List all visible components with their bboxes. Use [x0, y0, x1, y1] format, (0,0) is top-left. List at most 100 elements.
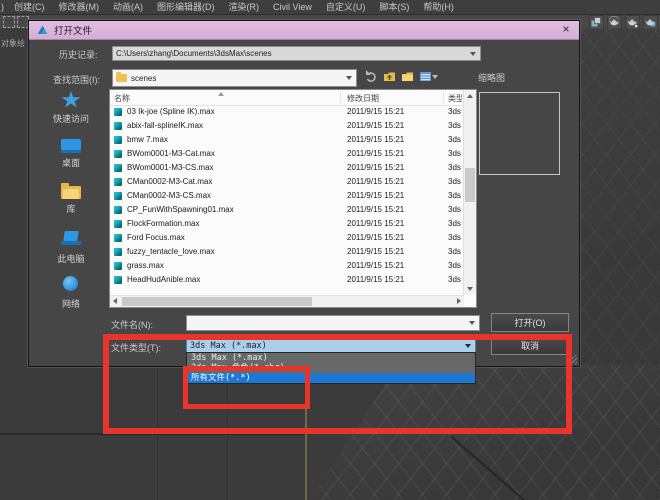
- file-row[interactable]: BWom0001-M3-CS.max 2011/9/15 15:21 3ds: [110, 161, 464, 175]
- file-name-label: 文件名(N):: [111, 320, 153, 330]
- file-date: 2011/9/15 15:21: [347, 121, 405, 130]
- menu-item[interactable]: ): [0, 1, 7, 14]
- max-file-icon: [114, 164, 122, 172]
- file-name: Ford Focus.max: [127, 233, 185, 242]
- max-file-icon: [114, 262, 122, 270]
- file-date: 2011/9/15 15:21: [347, 149, 405, 158]
- scroll-left-icon[interactable]: [113, 298, 117, 304]
- menu-item[interactable]: 修改器(M): [52, 1, 107, 14]
- menu-item[interactable]: Civil View: [266, 1, 319, 14]
- max-file-icon: [114, 108, 122, 116]
- file-type: 3ds: [448, 177, 461, 186]
- open-button[interactable]: 打开(O): [491, 313, 569, 332]
- file-name: CP_FunWithSpawning01.max: [127, 205, 234, 214]
- vertical-scrollbar[interactable]: [463, 90, 476, 295]
- menu-item[interactable]: 自定义(U): [319, 1, 373, 14]
- rectangular-selection-icon[interactable]: [3, 16, 15, 28]
- look-in-value: scenes: [131, 73, 157, 83]
- menu-item[interactable]: 动画(A): [106, 1, 150, 14]
- network-icon: [61, 276, 81, 294]
- file-row[interactable]: Ford Focus.max 2011/9/15 15:21 3ds: [110, 231, 464, 245]
- sidebar-item[interactable]: 快速访问: [35, 91, 107, 137]
- max-file-icon: [114, 248, 122, 256]
- back-icon[interactable]: [365, 70, 378, 83]
- column-header-type[interactable]: 类型: [448, 93, 462, 104]
- horizontal-scroll-thumb[interactable]: [122, 297, 312, 306]
- close-icon[interactable]: ×: [559, 22, 573, 36]
- quick-access-star-icon: [61, 91, 81, 108]
- file-row[interactable]: HeadHudAnible.max 2011/9/15 15:21 3ds: [110, 273, 464, 287]
- file-row[interactable]: CP_FunWithSpawning01.max 2011/9/15 15:21 3…: [110, 203, 464, 217]
- perspective-viewport-right[interactable]: [578, 28, 660, 365]
- file-row[interactable]: CMan0002-M3-Cat.max 2011/9/15 15:21 3ds: [110, 175, 464, 189]
- thumbnail-label: 缩略图: [478, 73, 506, 83]
- max-file-icon: [114, 178, 122, 186]
- sidebar-item-label: 网络: [61, 299, 80, 309]
- menu-item[interactable]: 脚本(S): [372, 1, 416, 14]
- file-date: 2011/9/15 15:21: [347, 219, 405, 228]
- file-row[interactable]: FlockFormation.max 2011/9/15 15:21 3ds: [110, 217, 464, 231]
- file-name: abix-fall-splineIK.max: [127, 121, 204, 130]
- file-row[interactable]: CMan0002-M3-CS.max 2011/9/15 15:21 3ds: [110, 189, 464, 203]
- create-new-folder-icon[interactable]: [401, 70, 414, 83]
- sidebar-item[interactable]: 此电脑: [35, 229, 107, 275]
- max-file-icon: [114, 276, 122, 284]
- history-dropdown[interactable]: C:\Users\zhang\Documents\3dsMax\scenes: [112, 46, 481, 61]
- scroll-down-icon[interactable]: [467, 287, 473, 291]
- file-date: 2011/9/15 15:21: [347, 135, 405, 144]
- sidebar-item-label: 桌面: [61, 158, 80, 168]
- file-list: 名称 修改日期 类型 03 Ik-joe (Spline IK).max 2011…: [109, 89, 477, 308]
- annotation-rect-small: [183, 366, 310, 409]
- look-in-label: 查找范围(I):: [53, 75, 100, 85]
- menu-item[interactable]: 创建(C): [7, 1, 52, 14]
- dialog-title-bar[interactable]: 打开文件 ×: [29, 21, 579, 40]
- column-header-date[interactable]: 修改日期: [347, 93, 379, 104]
- file-row[interactable]: fuzzy_tentacle_love.max 2011/9/15 15:21 3d…: [110, 245, 464, 259]
- chevron-down-icon: [432, 74, 438, 79]
- sidebar-item[interactable]: 库: [35, 183, 107, 229]
- menu-item[interactable]: 渲染(R): [222, 1, 267, 14]
- library-icon: [61, 183, 81, 199]
- this-pc-icon: [61, 231, 81, 249]
- file-date: 2011/9/15 15:21: [347, 233, 405, 242]
- ribbon-tab-object-paint[interactable]: 对象绘: [1, 38, 27, 49]
- file-row[interactable]: BWom0001-M3-Cat.max 2011/9/15 15:21 3ds: [110, 147, 464, 161]
- file-row[interactable]: abix-fall-splineIK.max 2011/9/15 15:21 3ds: [110, 119, 464, 133]
- max-file-icon: [114, 122, 122, 130]
- file-list-header: 名称 修改日期 类型: [110, 90, 464, 106]
- scroll-right-icon[interactable]: [457, 298, 461, 304]
- file-name: BWom0001-M3-CS.max: [127, 163, 214, 172]
- sidebar-item-label: 库: [66, 204, 76, 214]
- file-row[interactable]: bmw 7.max 2011/9/15 15:21 3ds: [110, 133, 464, 147]
- sidebar-item[interactable]: 网络: [35, 275, 107, 321]
- sidebar-item-label: 此电脑: [57, 254, 85, 264]
- file-name-input[interactable]: [186, 315, 480, 331]
- sidebar-item-label: 快速访问: [52, 114, 89, 124]
- file-type: 3ds: [448, 149, 461, 158]
- file-type: 3ds: [448, 121, 461, 130]
- application-window: ) 创建(C) 修改器(M) 动画(A) 图形编辑器(D) 渲染(R) Civil View…: [0, 0, 660, 500]
- max-file-icon: [114, 234, 122, 242]
- chevron-down-icon: [470, 51, 476, 56]
- vertical-scroll-thumb[interactable]: [465, 168, 475, 202]
- file-row[interactable]: grass.max 2011/9/15 15:21 3ds: [110, 259, 464, 273]
- up-one-level-icon[interactable]: [383, 70, 396, 83]
- history-label: 历史记录:: [59, 50, 98, 60]
- chevron-down-icon: [346, 76, 352, 80]
- file-date: 2011/9/15 15:21: [347, 191, 405, 200]
- menu-item[interactable]: 图形编辑器(D): [150, 1, 222, 14]
- sidebar-item[interactable]: 桌面: [35, 137, 107, 183]
- file-name: FlockFormation.max: [127, 219, 200, 228]
- view-menu-icon[interactable]: [419, 70, 438, 83]
- column-header-name[interactable]: 名称: [114, 93, 130, 104]
- horizontal-scrollbar[interactable]: [110, 295, 464, 307]
- scroll-up-icon[interactable]: [467, 94, 473, 98]
- look-in-dropdown[interactable]: scenes: [112, 69, 357, 87]
- max-file-icon: [114, 206, 122, 214]
- menu-item[interactable]: 帮助(H): [416, 1, 461, 14]
- sort-ascending-icon: [218, 92, 224, 96]
- file-type: 3ds: [448, 191, 461, 200]
- thumbnail-preview: [479, 92, 560, 175]
- file-row[interactable]: 03 Ik-joe (Spline IK).max 2011/9/15 15:21…: [110, 105, 464, 119]
- file-type: 3ds: [448, 219, 461, 228]
